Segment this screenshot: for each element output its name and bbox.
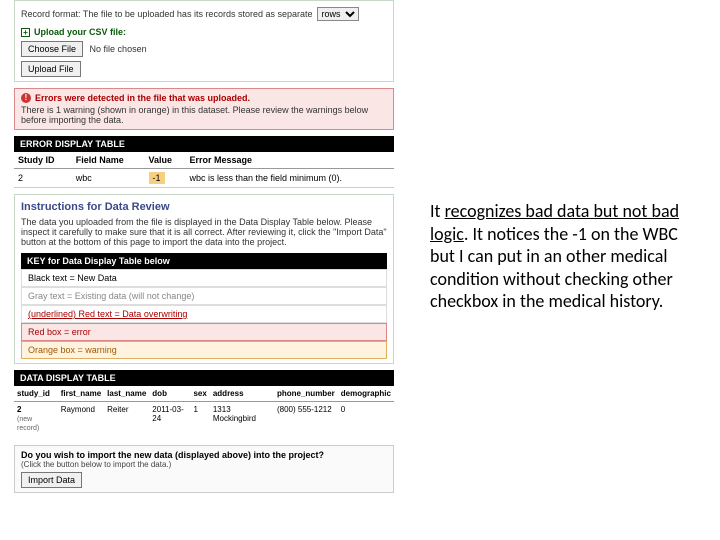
upload-file-button[interactable]: Upload File [21, 61, 81, 77]
file-chooser-row: Choose File No file chosen [21, 41, 387, 57]
table-header-row: Study ID Field Name Value Error Message [14, 152, 394, 169]
no-file-label: No file chosen [90, 44, 147, 54]
choose-file-button[interactable]: Choose File [21, 41, 83, 57]
key-row-gray: Gray text = Existing data (will not chan… [21, 287, 387, 305]
error-panel: ! Errors were detected in the file that … [14, 88, 394, 130]
upload-csv-row: + Upload your CSV file: [21, 23, 387, 41]
col-value: Value [145, 152, 186, 169]
key-row-overwrite: (underlined) Red text = Data overwriting [21, 305, 387, 323]
instructions-title: Instructions for Data Review [21, 199, 387, 217]
import-title: Do you wish to import the new data (disp… [21, 450, 387, 460]
error-title: ! Errors were detected in the file that … [21, 93, 387, 103]
error-table: Study ID Field Name Value Error Message … [14, 152, 394, 188]
error-table-title: ERROR DISPLAY TABLE [14, 136, 394, 152]
instructions-panel: Instructions for Data Review The data yo… [14, 194, 394, 364]
key-title: KEY for Data Display Table below [21, 253, 387, 269]
col-error-msg: Error Message [185, 152, 394, 169]
key-row-warning: Orange box = warning [21, 341, 387, 359]
import-data-button[interactable]: Import Data [21, 472, 82, 488]
plus-icon: + [21, 28, 30, 37]
instructions-body: The data you uploaded from the file is d… [21, 217, 387, 247]
key-row-new: Black text = New Data [21, 269, 387, 287]
error-body: There is 1 warning (shown in orange) in … [21, 105, 387, 125]
import-panel: Do you wish to import the new data (disp… [14, 445, 394, 493]
table-row: 2 (new record) Raymond Reiter 2011-03-24… [14, 402, 394, 436]
data-table: study_id first_name last_name dob sex ad… [14, 386, 394, 435]
warning-value: -1 [149, 172, 165, 184]
col-study-id: Study ID [14, 152, 72, 169]
key-row-error: Red box = error [21, 323, 387, 341]
upload-panel: Record format: The file to be uploaded h… [14, 0, 394, 82]
upload-csv-label: Upload your CSV file: [34, 27, 126, 37]
annotation-text: It recognizes bad data but not bad logic… [430, 200, 680, 313]
col-field-name: Field Name [72, 152, 145, 169]
record-format-label: Record format: The file to be uploaded h… [21, 9, 313, 19]
record-format-select[interactable]: rows [317, 7, 359, 21]
data-table-title: DATA DISPLAY TABLE [14, 370, 394, 386]
record-format-row: Record format: The file to be uploaded h… [21, 5, 387, 23]
table-header-row: study_id first_name last_name dob sex ad… [14, 386, 394, 402]
error-icon: ! [21, 93, 31, 103]
import-sub: (Click the button below to import the da… [21, 460, 387, 469]
table-row: 2 wbc -1 wbc is less than the field mini… [14, 169, 394, 188]
